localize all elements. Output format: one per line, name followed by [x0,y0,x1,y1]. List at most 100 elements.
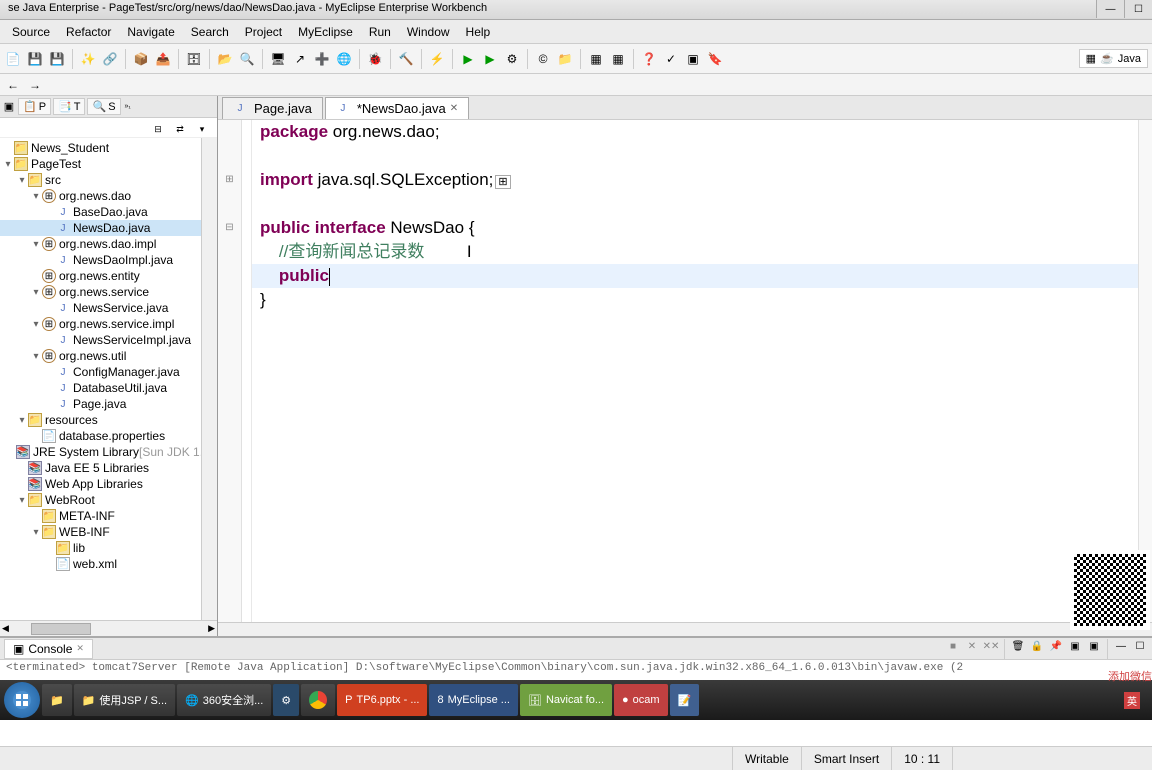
tree-item[interactable]: ▾⊞org.news.service.impl [0,316,201,332]
editor-hscrollbar[interactable] [218,622,1152,636]
taskbar-navicat[interactable]: 🗄Navicat fo... [520,684,612,716]
tree-item[interactable]: ▾⊞org.news.dao [0,188,201,204]
tree-item[interactable]: JDatabaseUtil.java [0,380,201,396]
tree-item[interactable]: 📁META-INF [0,508,201,524]
server-icon[interactable]: 🖥 [269,50,287,68]
tree-hscrollbar[interactable]: ◀▶ [0,620,217,636]
add-server-icon[interactable]: ➕ [313,50,331,68]
display-icon[interactable]: ▣ [1067,639,1083,655]
run-icon[interactable]: ▶ [459,50,477,68]
tree-item[interactable]: 📄web.xml [0,556,201,572]
collapse-all-icon[interactable]: ⊟ [149,120,167,138]
tree-item[interactable]: ▾📁WebRoot [0,492,201,508]
tree-item[interactable]: ▾⊞org.news.service [0,284,201,300]
console-tab[interactable]: ▣ Console ✕ [4,639,93,659]
help-icon[interactable]: ❓ [640,50,658,68]
menu-source[interactable]: Source [4,23,58,41]
layout1-icon[interactable]: ▦ [587,50,605,68]
package-icon[interactable]: 📦 [132,50,150,68]
pin-icon[interactable]: 📌 [1048,639,1064,655]
bookmark-icon[interactable]: 🔖 [706,50,724,68]
link-editor-icon[interactable]: ⇄ [171,120,189,138]
tree-item[interactable]: 📚Web App Libraries [0,476,201,492]
more-tabs-icon[interactable]: »₁ [125,103,131,110]
publish-icon[interactable]: ↗ [291,50,309,68]
browser-icon[interactable]: 🌐 [335,50,353,68]
tree-item[interactable]: JBaseDao.java [0,204,201,220]
minimize-view-icon[interactable]: — [1113,639,1129,655]
forward-icon[interactable]: → [26,76,44,94]
sidebar-tab-p[interactable]: 📋P [18,98,51,115]
new-class-icon[interactable]: © [534,50,552,68]
code-editor[interactable]: ⊞ ⊟ package org.news.dao; import java.sq… [218,120,1152,622]
tree-scrollbar[interactable] [201,138,217,620]
tree-item[interactable]: JConfigManager.java [0,364,201,380]
tree-item[interactable]: 📚Java EE 5 Libraries [0,460,201,476]
close-tab-icon[interactable]: ✕ [450,103,458,114]
code-text[interactable]: package org.news.dao; import java.sql.SQ… [252,120,1138,622]
open-console-icon[interactable]: ▣ [1086,639,1102,655]
open-type-icon[interactable]: 📂 [216,50,234,68]
fold-icon[interactable]: ⊟ [218,216,241,240]
tree-item[interactable]: ▾📁WEB-INF [0,524,201,540]
menu-help[interactable]: Help [458,23,499,41]
taskbar-notepad[interactable]: 📝 [670,684,700,716]
project-tree[interactable]: 📁News_Student▾📁PageTest▾📁src▾⊞org.news.d… [0,138,201,620]
new-icon[interactable]: 📄 [4,50,22,68]
tree-item[interactable]: JNewsService.java [0,300,201,316]
tree-item[interactable]: JNewsServiceImpl.java [0,332,201,348]
menu-myeclipse[interactable]: MyEclipse [290,23,361,41]
menu-navigate[interactable]: Navigate [119,23,182,41]
tree-item[interactable]: ▾⊞org.news.dao.impl [0,236,201,252]
remove-icon[interactable]: ✕ [964,639,980,655]
tree-item[interactable]: ▾📁resources [0,412,201,428]
debug-icon[interactable]: 🐞 [366,50,384,68]
terminate-icon[interactable]: ■ [945,639,961,655]
close-icon[interactable]: ✕ [76,643,84,654]
remove-all-icon[interactable]: ✕✕ [983,639,999,655]
save-icon[interactable]: 💾 [26,50,44,68]
taskbar-jsp[interactable]: 📁使用JSP / S... [74,684,175,716]
sidebar-tab-t[interactable]: 📑T [53,98,85,115]
tree-item[interactable]: 📁lib [0,540,201,556]
scroll-lock-icon[interactable]: 🔒 [1029,639,1045,655]
tree-item[interactable]: 📁News_Student [0,140,201,156]
clear-icon[interactable]: 🗑 [1010,639,1026,655]
tree-item[interactable]: JNewsDaoImpl.java [0,252,201,268]
menu-search[interactable]: Search [183,23,237,41]
menu-window[interactable]: Window [399,23,458,41]
fold-icon[interactable]: ⊞ [218,168,241,192]
tree-item[interactable]: 📚JRE System Library [Sun JDK 1.6 [0,444,201,460]
menu-project[interactable]: Project [237,23,290,41]
search-tool-icon[interactable]: 🔍 [238,50,256,68]
tab-newsdao-java[interactable]: J *NewsDao.java ✕ [325,97,469,119]
tree-item[interactable]: ▾⊞org.news.util [0,348,201,364]
db-icon[interactable]: 🗄 [185,50,203,68]
taskbar-ocam[interactable]: ●ocam [614,684,668,716]
sidebar-tab-s[interactable]: 🔍S [87,98,120,115]
view-menu-icon[interactable]: ▾ [193,120,211,138]
tree-item[interactable]: JPage.java [0,396,201,412]
wizard-icon[interactable]: ✨ [79,50,97,68]
menu-run[interactable]: Run [361,23,399,41]
external-icon[interactable]: ⚙ [503,50,521,68]
perspective-switcher[interactable]: ▦ ☕ Java [1079,49,1148,68]
system-tray[interactable]: 英 [1116,692,1148,709]
tree-item[interactable]: JNewsDao.java [0,220,201,236]
overview-ruler[interactable] [1138,120,1152,622]
taskbar-myeclipse[interactable]: 8 MyEclipse ... [429,684,517,716]
taskbar-360browser[interactable]: 🌐360安全浏... [177,684,271,716]
generate-icon[interactable]: ⚡ [428,50,446,68]
build-icon[interactable]: 🔨 [397,50,415,68]
save-all-icon[interactable]: 💾 [48,50,66,68]
back-icon[interactable]: ← [4,76,22,94]
minimize-button[interactable]: — [1096,0,1124,18]
deploy-icon[interactable]: 📤 [154,50,172,68]
maximize-view-icon[interactable]: ☐ [1132,639,1148,655]
taskbar-ppt[interactable]: P TP6.pptx - ... [337,684,427,716]
new-pkg-icon[interactable]: 📁 [556,50,574,68]
taskbar-app1[interactable]: ⚙ [273,684,299,716]
ime-indicator[interactable]: 英 [1124,692,1140,709]
layout2-icon[interactable]: ▦ [609,50,627,68]
tree-item[interactable]: ▾📁PageTest [0,156,201,172]
